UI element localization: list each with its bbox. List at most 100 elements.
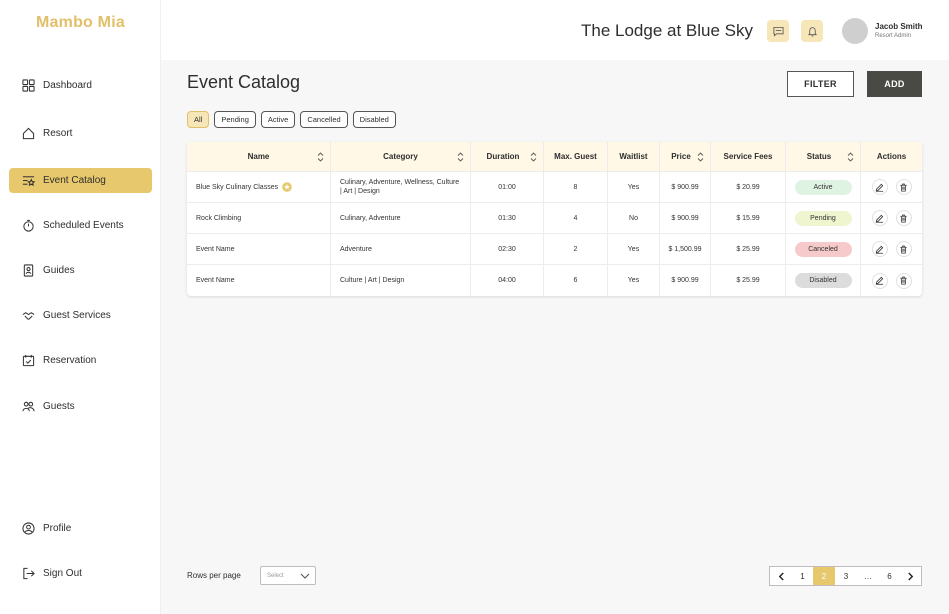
event-waitlist: Yes: [608, 265, 660, 296]
event-waitlist: No: [608, 203, 660, 233]
edit-icon[interactable]: [871, 241, 888, 257]
pagination: 1 2 3 … 6: [769, 566, 922, 586]
table-row[interactable]: Event Name Culture | Art | Design 04:00 …: [187, 265, 922, 296]
chip-active[interactable]: Active: [260, 111, 296, 128]
next-page-button[interactable]: [900, 567, 921, 585]
event-duration: 01:00: [471, 172, 544, 202]
list-star-icon: [21, 174, 35, 188]
table-header-row: Name Category Duration Max. Guest Waitli…: [187, 142, 922, 172]
column-header-category[interactable]: Category: [331, 142, 471, 171]
sidebar-item-label: Guests: [43, 401, 75, 412]
trash-icon[interactable]: [895, 241, 912, 257]
event-duration: 02:30: [471, 234, 544, 264]
sidebar-item-reservation[interactable]: Reservation: [9, 348, 152, 373]
featured-star-icon: [282, 182, 292, 192]
table-row[interactable]: Event Name Adventure 02:30 2 Yes $ 1,500…: [187, 234, 922, 265]
column-header-price[interactable]: Price: [660, 142, 711, 171]
rows-per-page-select[interactable]: Select: [260, 566, 316, 585]
chat-icon: [773, 26, 784, 37]
filter-button[interactable]: FILTER: [787, 71, 854, 97]
stopwatch-icon: [21, 219, 35, 233]
sort-icon[interactable]: [530, 152, 537, 162]
page-button-6[interactable]: 6: [879, 567, 900, 585]
user-name[interactable]: Jacob Smith: [875, 22, 923, 31]
table-row[interactable]: Blue Sky Culinary Classes Culinary, Adve…: [187, 172, 922, 203]
sidebar-item-sign-out[interactable]: Sign Out: [9, 561, 152, 586]
column-header-status[interactable]: Status: [786, 142, 861, 171]
event-fees: $ 25.99: [711, 265, 786, 296]
event-max-guest: 4: [544, 203, 608, 233]
status-filter-chips: All Pending Active Cancelled Disabled: [187, 111, 396, 128]
sidebar-item-label: Guides: [43, 265, 75, 276]
sidebar-item-dashboard[interactable]: Dashboard: [9, 73, 152, 98]
trash-icon[interactable]: [895, 210, 912, 226]
lodge-name: The Lodge at Blue Sky: [580, 21, 753, 40]
avatar[interactable]: [842, 18, 868, 44]
sort-icon[interactable]: [697, 152, 704, 162]
sidebar-item-label: Event Catalog: [43, 175, 106, 186]
sidebar-item-guests[interactable]: Guests: [9, 394, 152, 419]
page-ellipsis: …: [864, 571, 872, 581]
event-price: $ 900.99: [660, 172, 711, 202]
edit-icon[interactable]: [871, 210, 888, 226]
status-badge: Active: [794, 179, 852, 195]
chip-disabled[interactable]: Disabled: [352, 111, 396, 128]
sidebar-item-event-catalog[interactable]: Event Catalog: [9, 168, 152, 193]
messages-button[interactable]: [767, 20, 789, 42]
grid-icon: [21, 79, 35, 93]
edit-icon[interactable]: [871, 272, 888, 289]
sidebar-item-label: Guest Services: [43, 310, 111, 321]
add-button[interactable]: ADD: [867, 71, 922, 97]
event-name[interactable]: Rock Climbing: [196, 215, 241, 222]
event-name[interactable]: Event Name: [196, 277, 235, 284]
trash-icon[interactable]: [895, 272, 912, 289]
prev-page-button[interactable]: [770, 567, 792, 585]
notifications-button[interactable]: [801, 20, 823, 42]
select-placeholder: Select: [267, 572, 284, 579]
id-badge-icon: [21, 264, 35, 278]
chip-cancelled[interactable]: Cancelled: [300, 111, 348, 128]
sidebar-item-guest-services[interactable]: Guest Services: [9, 303, 152, 328]
user-role: Resort Admin: [875, 33, 912, 39]
chevron-left-icon: [778, 572, 784, 580]
event-category: Culinary, Adventure, Wellness, Culture |…: [340, 179, 460, 195]
chip-pending[interactable]: Pending: [214, 111, 256, 128]
edit-icon[interactable]: [871, 179, 888, 195]
event-category: Adventure: [331, 234, 471, 264]
user-circle-icon: [21, 522, 35, 536]
sidebar-item-label: Sign Out: [43, 568, 82, 579]
column-header-waitlist: Waitlist: [608, 142, 660, 171]
event-fees: $ 20.99: [711, 172, 786, 202]
event-name[interactable]: Blue Sky Culinary Classes: [196, 184, 278, 191]
column-header-duration[interactable]: Duration: [471, 142, 544, 171]
column-header-name[interactable]: Name: [187, 142, 331, 171]
event-category: Culinary, Adventure: [331, 203, 471, 233]
sidebar: Mambo Mia Dashboard Resort Event Catalog…: [0, 0, 161, 614]
event-duration: 04:00: [471, 265, 544, 296]
sort-icon[interactable]: [847, 152, 854, 162]
sidebar-item-scheduled-events[interactable]: Scheduled Events: [9, 213, 152, 238]
page-button-2[interactable]: 2: [813, 567, 835, 585]
status-badge: Disabled: [794, 273, 852, 288]
sidebar-item-resort[interactable]: Resort: [9, 121, 152, 146]
bell-icon: [807, 26, 818, 37]
event-waitlist: Yes: [608, 172, 660, 202]
trash-icon[interactable]: [895, 179, 912, 195]
event-waitlist: Yes: [608, 234, 660, 264]
home-icon: [21, 127, 35, 141]
sort-icon[interactable]: [457, 152, 464, 162]
page-button-3[interactable]: 3: [835, 567, 857, 585]
rows-per-page-label: Rows per page: [187, 571, 241, 580]
table-row[interactable]: Rock Climbing Culinary, Adventure 01:30 …: [187, 203, 922, 234]
sidebar-item-guides[interactable]: Guides: [9, 258, 152, 283]
chip-all[interactable]: All: [187, 111, 210, 128]
event-fees: $ 25.99: [711, 234, 786, 264]
page-button-1[interactable]: 1: [792, 567, 813, 585]
sidebar-item-profile[interactable]: Profile: [9, 516, 152, 541]
brand-logo: Mambo Mia: [36, 14, 125, 31]
column-header-max-guest: Max. Guest: [544, 142, 608, 171]
column-header-service-fees: Service Fees: [711, 142, 786, 171]
page-title: Event Catalog: [187, 72, 301, 92]
event-name[interactable]: Event Name: [196, 246, 235, 253]
sort-icon[interactable]: [317, 152, 324, 162]
